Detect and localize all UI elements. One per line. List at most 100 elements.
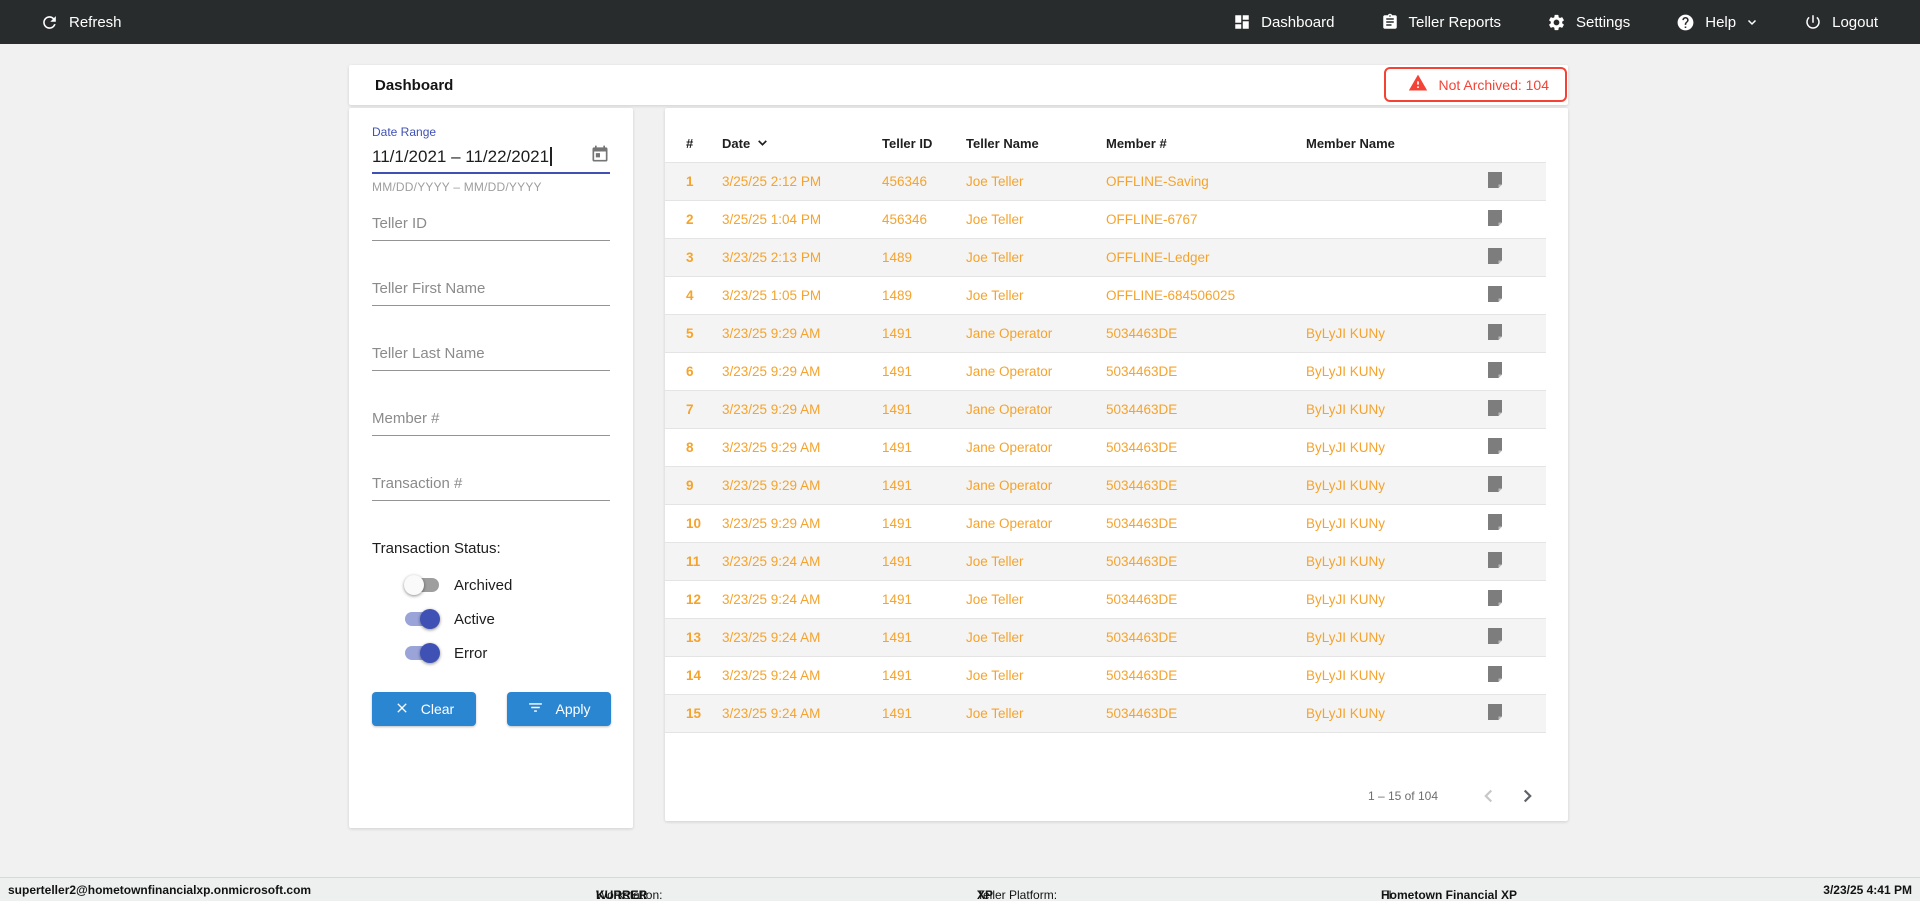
table-row[interactable]: 13 3/23/25 9:24 AM 1491 Joe Teller 50344… bbox=[665, 619, 1546, 657]
col-header-date[interactable]: Date bbox=[722, 136, 882, 152]
power-icon bbox=[1804, 13, 1822, 31]
date-range-label: Date Range bbox=[372, 125, 437, 139]
date-range-underline bbox=[372, 172, 610, 174]
gear-icon bbox=[1547, 13, 1566, 32]
nav-settings-label: Settings bbox=[1576, 13, 1631, 31]
nav-teller-reports[interactable]: Teller Reports bbox=[1381, 13, 1502, 31]
date-range-field[interactable]: 11/1/2021 – 11/22/2021 bbox=[372, 144, 610, 169]
dashboard-header: Dashboard Not Archived: 104 bbox=[349, 65, 1568, 105]
help-icon bbox=[1676, 13, 1695, 32]
teller-first-name-field bbox=[372, 280, 610, 308]
next-page-button[interactable] bbox=[1516, 785, 1538, 807]
teller-last-name-field bbox=[372, 345, 610, 373]
table-row[interactable]: 2 3/25/25 1:04 PM 456346 Joe Teller OFFL… bbox=[665, 201, 1546, 239]
workstation-value: KURRER bbox=[596, 888, 648, 901]
note-icon[interactable] bbox=[1487, 209, 1503, 230]
table-row[interactable]: 8 3/23/25 9:29 AM 1491 Jane Operator 503… bbox=[665, 429, 1546, 467]
note-icon[interactable] bbox=[1487, 323, 1503, 344]
table-row[interactable]: 1 3/25/25 2:12 PM 456346 Joe Teller OFFL… bbox=[665, 163, 1546, 201]
table-row[interactable]: 14 3/23/25 9:24 AM 1491 Joe Teller 50344… bbox=[665, 657, 1546, 695]
note-icon[interactable] bbox=[1487, 171, 1503, 192]
note-icon[interactable] bbox=[1487, 551, 1503, 572]
status-datetime: 3/23/25 4:41 PM bbox=[1823, 883, 1912, 897]
active-toggle[interactable] bbox=[404, 607, 440, 631]
teller-id-input[interactable] bbox=[372, 215, 610, 241]
archived-toggle-row: Archived bbox=[404, 573, 512, 597]
apply-button[interactable]: Apply bbox=[507, 692, 611, 726]
archived-toggle[interactable] bbox=[404, 573, 440, 597]
table-row[interactable]: 15 3/23/25 9:24 AM 1491 Joe Teller 50344… bbox=[665, 695, 1546, 733]
transaction-status-label: Transaction Status: bbox=[372, 540, 501, 557]
dashboard-icon bbox=[1233, 13, 1251, 31]
refresh-button[interactable]: Refresh bbox=[40, 13, 122, 32]
transactions-panel: # Date Teller ID Teller Name Member # Me… bbox=[665, 108, 1568, 821]
not-archived-label: Not Archived: 104 bbox=[1438, 76, 1549, 93]
nav-dashboard[interactable]: Dashboard bbox=[1233, 13, 1335, 31]
teller-id-field bbox=[372, 215, 610, 243]
warning-icon bbox=[1408, 73, 1428, 96]
apply-button-label: Apply bbox=[555, 701, 591, 717]
fi-value: Hometown Financial XP bbox=[1381, 888, 1518, 901]
table-row[interactable]: 9 3/23/25 9:29 AM 1491 Jane Operator 503… bbox=[665, 467, 1546, 505]
clear-button[interactable]: Clear bbox=[372, 692, 476, 726]
nav-teller-reports-label: Teller Reports bbox=[1408, 13, 1502, 31]
note-icon[interactable] bbox=[1487, 399, 1503, 420]
navbar-right: Dashboard Teller Reports Settings Help L… bbox=[1233, 13, 1878, 32]
page-title: Dashboard bbox=[375, 76, 454, 94]
date-range-value[interactable]: 11/1/2021 – 11/22/2021 bbox=[372, 147, 549, 167]
refresh-label: Refresh bbox=[69, 13, 122, 31]
nav-help[interactable]: Help bbox=[1676, 13, 1758, 32]
note-icon[interactable] bbox=[1487, 627, 1503, 648]
col-header-num[interactable]: # bbox=[686, 136, 722, 151]
note-icon[interactable] bbox=[1487, 589, 1503, 610]
date-range-hint: MM/DD/YYYY – MM/DD/YYYY bbox=[372, 180, 542, 194]
note-icon[interactable] bbox=[1487, 437, 1503, 458]
col-header-member-num[interactable]: Member # bbox=[1106, 136, 1306, 151]
nav-help-label: Help bbox=[1705, 13, 1737, 31]
calendar-icon[interactable] bbox=[590, 144, 610, 169]
nav-logout-label: Logout bbox=[1832, 13, 1878, 31]
note-icon[interactable] bbox=[1487, 285, 1503, 306]
member-number-input[interactable] bbox=[372, 410, 610, 436]
note-icon[interactable] bbox=[1487, 361, 1503, 382]
teller-first-name-input[interactable] bbox=[372, 280, 610, 306]
not-archived-badge[interactable]: Not Archived: 104 bbox=[1384, 67, 1567, 102]
clear-button-label: Clear bbox=[420, 701, 455, 717]
col-header-member-name[interactable]: Member Name bbox=[1306, 136, 1487, 151]
note-icon[interactable] bbox=[1487, 475, 1503, 496]
col-header-teller-name[interactable]: Teller Name bbox=[966, 136, 1106, 151]
note-icon[interactable] bbox=[1487, 703, 1503, 724]
member-number-field bbox=[372, 410, 610, 438]
active-toggle-row: Active bbox=[404, 607, 495, 631]
transaction-number-input[interactable] bbox=[372, 475, 610, 501]
nav-logout[interactable]: Logout bbox=[1804, 13, 1878, 31]
refresh-icon bbox=[40, 13, 59, 32]
table-row[interactable]: 12 3/23/25 9:24 AM 1491 Joe Teller 50344… bbox=[665, 581, 1546, 619]
nav-settings[interactable]: Settings bbox=[1547, 13, 1630, 32]
teller-last-name-input[interactable] bbox=[372, 345, 610, 371]
table-row[interactable]: 5 3/23/25 9:29 AM 1491 Jane Operator 503… bbox=[665, 315, 1546, 353]
note-icon[interactable] bbox=[1487, 513, 1503, 534]
table-row[interactable]: 10 3/23/25 9:29 AM 1491 Jane Operator 50… bbox=[665, 505, 1546, 543]
filter-icon bbox=[527, 699, 544, 719]
sort-desc-icon bbox=[756, 136, 769, 152]
chevron-down-icon bbox=[1746, 16, 1758, 28]
error-toggle[interactable] bbox=[404, 641, 440, 665]
previous-page-button[interactable] bbox=[1478, 785, 1500, 807]
table-row[interactable]: 7 3/23/25 9:29 AM 1491 Jane Operator 503… bbox=[665, 391, 1546, 429]
table-row[interactable]: 11 3/23/25 9:24 AM 1491 Joe Teller 50344… bbox=[665, 543, 1546, 581]
table-header-row: # Date Teller ID Teller Name Member # Me… bbox=[665, 125, 1546, 163]
note-icon[interactable] bbox=[1487, 665, 1503, 686]
app-window: Refresh Dashboard Teller Reports Setting… bbox=[0, 0, 1920, 901]
table-row[interactable]: 6 3/23/25 9:29 AM 1491 Jane Operator 503… bbox=[665, 353, 1546, 391]
text-caret bbox=[550, 147, 552, 166]
filter-panel: Date Range 11/1/2021 – 11/22/2021 MM/DD/… bbox=[349, 108, 633, 828]
col-header-teller-id[interactable]: Teller ID bbox=[882, 136, 966, 151]
top-navbar: Refresh Dashboard Teller Reports Setting… bbox=[0, 0, 1920, 44]
active-toggle-label: Active bbox=[454, 610, 495, 628]
transaction-number-field bbox=[372, 475, 610, 503]
table-row[interactable]: 3 3/23/25 2:13 PM 1489 Joe Teller OFFLIN… bbox=[665, 239, 1546, 277]
table-row[interactable]: 4 3/23/25 1:05 PM 1489 Joe Teller OFFLIN… bbox=[665, 277, 1546, 315]
note-icon[interactable] bbox=[1487, 247, 1503, 268]
error-toggle-row: Error bbox=[404, 641, 487, 665]
